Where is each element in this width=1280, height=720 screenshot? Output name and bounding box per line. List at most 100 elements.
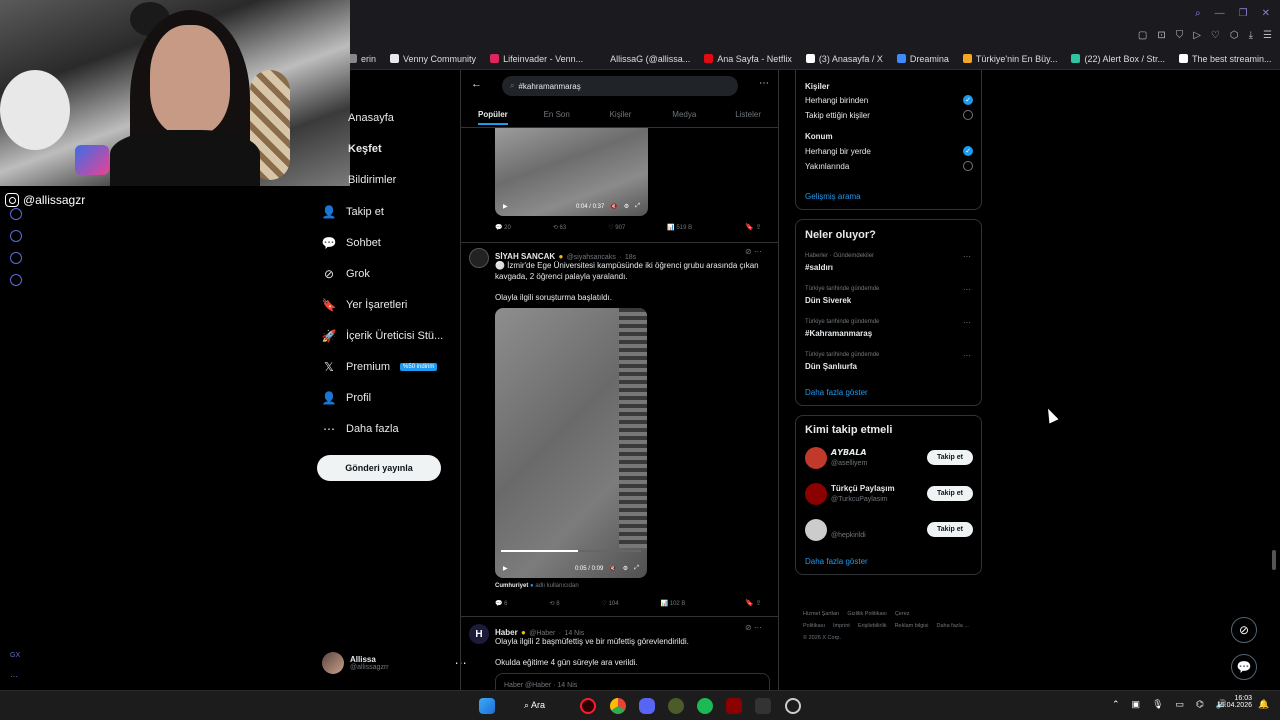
sidebar-gx-icon[interactable]: GX [10, 652, 20, 659]
nav-item-i-çerik-üreticisi-stü-[interactable]: 🚀 İçerik Üreticisi Stü... [322, 329, 444, 343]
bookmark-item[interactable]: The best streamin... [1179, 54, 1272, 64]
follow-button[interactable]: Takip et [927, 450, 973, 465]
view-count[interactable]: 📊 102 B [661, 600, 686, 607]
bookmark-item[interactable]: (3) Anasayfa / X [805, 54, 883, 64]
tab-3[interactable]: Medya [652, 106, 716, 127]
nav-item-sohbet[interactable]: 💬 Sohbet [322, 236, 381, 250]
trend-item[interactable]: #Kahramanmaraş [805, 329, 872, 338]
post-button[interactable]: Gönderi yayınla [317, 455, 441, 481]
suggested-user-handle[interactable]: @aselliyem [831, 460, 867, 467]
reply-count[interactable]: 💬 20 [495, 224, 511, 231]
nav-item-yer-i-şaretleri[interactable]: 🔖 Yer İşaretleri [322, 298, 408, 312]
trends-more-link[interactable]: Daha fazla göster [805, 388, 868, 397]
bookmark-item[interactable]: AllissaG (@allissa... [597, 54, 690, 64]
trend-more-icon[interactable]: ⋯ [963, 252, 971, 261]
retweet-count[interactable]: ⟲ 8 [549, 600, 559, 607]
menu-icon[interactable]: ☰ [1263, 30, 1272, 41]
suggested-user-name[interactable]: Türkçü Paylaşım [831, 484, 895, 493]
video-progress[interactable] [501, 550, 641, 552]
follow-button[interactable]: Takip et [927, 522, 973, 537]
follow-button[interactable]: Takip et [927, 486, 973, 501]
sidebar-extension-icon[interactable] [10, 252, 22, 264]
nav-item-takip-et[interactable]: 👤 Takip et [322, 205, 384, 219]
nav-item-grok[interactable]: ⊘ Grok [322, 267, 370, 281]
play-icon[interactable]: ▷ [1193, 30, 1201, 41]
tweet-more-icon[interactable]: ⊘ ⋯ [745, 623, 762, 632]
nav-item-profil[interactable]: 👤 Profil [322, 391, 372, 405]
grok-fab-icon[interactable]: ⊘ [1231, 617, 1257, 643]
settings-icon[interactable]: ⚙ [624, 203, 629, 210]
footer-link[interactable]: Imprint [833, 623, 850, 629]
adobe-icon[interactable] [726, 698, 742, 714]
scrollbar[interactable] [1272, 550, 1276, 570]
mute-icon[interactable]: 🔇 [610, 203, 617, 210]
suggested-user-name[interactable]: 𝘼𝙔𝘽𝘼𝙇𝘼 [831, 448, 867, 457]
footer-link[interactable]: Reklam bilgisi [895, 623, 929, 629]
tweet-video[interactable]: ▶ 0:04 / 0:37 🔇 ⚙ ⤢ [495, 128, 648, 216]
footer-link[interactable]: Hizmet Şartları [803, 611, 839, 617]
trend-more-icon[interactable]: ⋯ [963, 318, 971, 327]
nav-item-bildirimler[interactable]: Bildirimler [348, 174, 396, 186]
trend-item[interactable]: #saldırı [805, 263, 833, 272]
minimize-icon[interactable]: — [1215, 8, 1225, 19]
bookmark-item[interactable]: (22) Alert Box / Str... [1071, 54, 1165, 64]
avatar[interactable] [805, 519, 827, 541]
back-arrow-icon[interactable]: ← [471, 78, 482, 90]
like-count[interactable]: ♡ 104 [602, 600, 619, 607]
tab-1[interactable]: En Son [525, 106, 589, 127]
nav-item-keşfet[interactable]: Keşfet [348, 143, 382, 155]
like-count[interactable]: ♡ 907 [608, 224, 625, 231]
avatar[interactable] [805, 447, 827, 469]
filter-anywhere-label[interactable]: Herhangi bir yerde [805, 147, 871, 156]
sidebar-history-icon[interactable] [10, 208, 22, 220]
search-input[interactable]: ⌕ #kahramanmaraş [502, 76, 738, 96]
chrome-icon[interactable] [610, 698, 626, 714]
sidebar-clock-icon[interactable] [10, 230, 22, 242]
tweet-source[interactable]: Cumhuriyet ● adlı kullanıcıdan [495, 583, 579, 589]
retweet-count[interactable]: ⟲ 63 [553, 224, 566, 231]
filter-anyone-label[interactable]: Herhangi birinden [805, 96, 868, 105]
avatar[interactable]: H [469, 624, 489, 644]
sidebar-more-icon[interactable]: ⋯ [10, 672, 18, 681]
tweet-more-icon[interactable]: ⊘ ⋯ [745, 247, 762, 256]
tab-0[interactable]: Popüler [461, 106, 525, 127]
extension-icon[interactable]: ▢ [1138, 30, 1147, 41]
windows-start-icon[interactable] [479, 698, 495, 714]
tweet-video[interactable]: ▶ 0:05 / 0:09 🔇 ⚙ ⤢ [495, 308, 647, 578]
taskbar-clock[interactable]: 16:03 15.04.2026 [1212, 695, 1252, 709]
search-more-icon[interactable]: ⋯ [759, 78, 769, 89]
bookmark-item[interactable]: Lifeinvader - Venn... [490, 54, 583, 64]
nav-item-anasayfa[interactable]: Anasayfa [348, 112, 394, 124]
play-icon[interactable]: ▶ [503, 565, 508, 572]
quoted-tweet[interactable]: Haber @Haber · 14 Nis [495, 673, 770, 690]
obs-icon[interactable] [785, 698, 801, 714]
browser-toolbar-icons[interactable]: ▢ ⊡ ⛉ ▷ ♡ ⬡ ⤓ ☰ [1138, 30, 1272, 41]
trend-more-icon[interactable]: ⋯ [963, 285, 971, 294]
nav-item-daha-fazla[interactable]: ⋯ Daha fazla [322, 422, 399, 436]
shield-icon[interactable]: ⛉ [1176, 30, 1184, 41]
avatar[interactable] [469, 248, 489, 268]
suggested-user-handle[interactable]: @hepkirildi [831, 532, 866, 539]
avatar[interactable] [805, 483, 827, 505]
app-icon[interactable] [755, 698, 771, 714]
advanced-search-link[interactable]: Gelişmiş arama [805, 192, 861, 201]
spotify-icon[interactable] [697, 698, 713, 714]
suggested-user-handle[interactable]: @TurkcuPaylasim [831, 496, 888, 503]
fullscreen-icon[interactable]: ⤢ [635, 203, 640, 210]
filter-following-radio[interactable] [963, 110, 973, 120]
filter-anyone-radio[interactable]: ✓ [963, 95, 973, 105]
view-count[interactable]: 📊 519 B [667, 224, 692, 231]
tab-4[interactable]: Listeler [716, 106, 778, 127]
window-controls[interactable]: ⌕ — ❐ ✕ [1195, 8, 1270, 19]
system-tray[interactable]: ⌃ ▣ 🎙 ▭ ⌬ 🔊 [1112, 699, 1227, 710]
sidebar-settings-icon[interactable] [10, 274, 22, 286]
bookmark-share-icons[interactable]: 🔖 ⇪ [745, 223, 762, 231]
filter-following-label[interactable]: Takip ettiğin kişiler [805, 111, 870, 120]
settings-icon[interactable]: ⚙ [623, 565, 628, 572]
trend-more-icon[interactable]: ⋯ [963, 351, 971, 360]
trend-item[interactable]: Dün Siverek [805, 296, 851, 305]
maximize-icon[interactable]: ❐ [1239, 8, 1248, 19]
footer-link[interactable]: Daha fazla ... [937, 623, 969, 629]
nav-item-premium[interactable]: 𝕏 Premium %50 indirim [322, 360, 438, 374]
puzzle-icon[interactable]: ⬡ [1230, 30, 1239, 41]
